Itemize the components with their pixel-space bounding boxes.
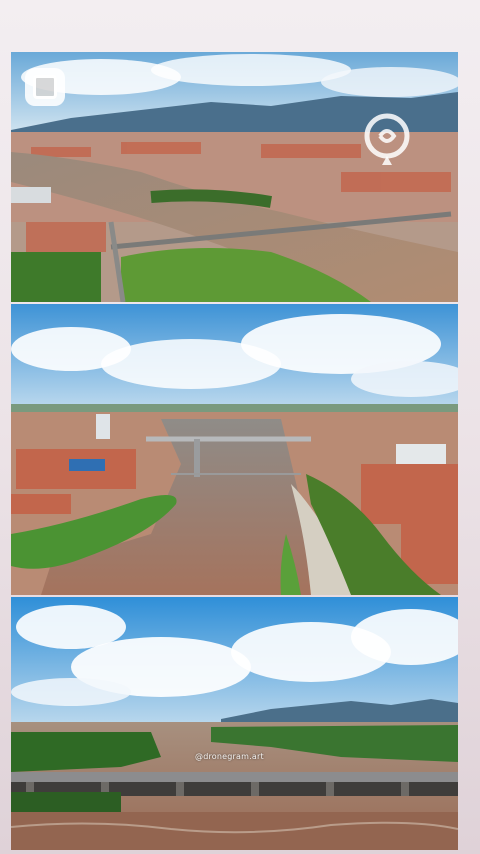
app-icon-glyph [33,75,57,99]
photo-aerial-city-1 [11,52,458,302]
photo-3-image [11,597,458,850]
story-frame: @dronegram.art [0,0,480,854]
watermark-text: @dronegram.art [195,752,264,761]
square-arrow-icon[interactable] [25,68,65,106]
location-pin-swirl-logo [364,113,410,165]
photo-1-image [11,52,458,302]
photo-aerial-river-2 [11,304,458,595]
photo-2-image [11,304,458,595]
photo-river-bridge-3 [11,597,458,850]
